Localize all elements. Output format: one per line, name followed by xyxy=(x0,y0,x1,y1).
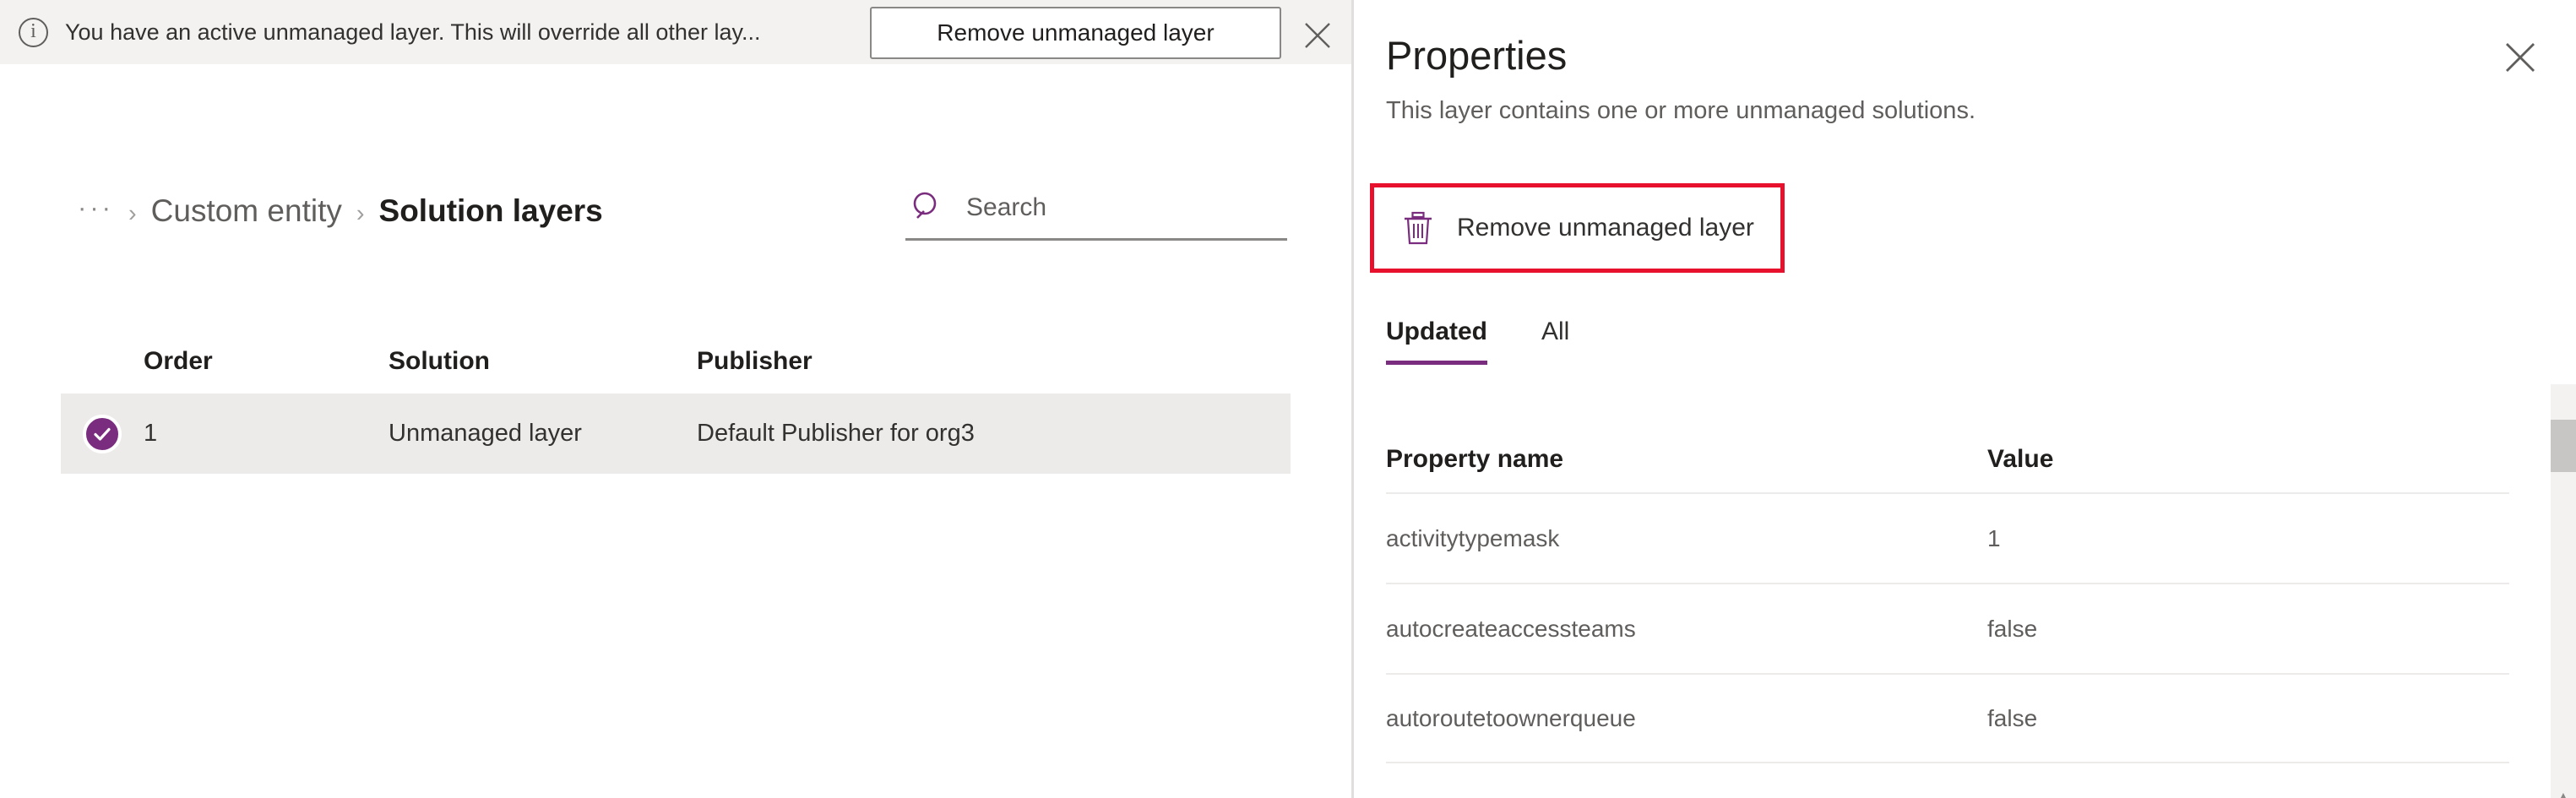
cell-property-value: 1 xyxy=(1987,525,2509,552)
search-input[interactable] xyxy=(966,186,1253,230)
remove-unmanaged-layer-button[interactable]: Remove unmanaged layer xyxy=(1386,196,1766,260)
row-select-cell[interactable] xyxy=(61,415,127,453)
solution-layers-pane: i You have an active unmanaged layer. Th… xyxy=(0,0,1351,798)
scroll-up-arrow-icon[interactable]: ▲ xyxy=(2557,791,2569,798)
cell-property-name: autoroutetoownerqueue xyxy=(1386,705,1987,732)
page-title: Solution layers xyxy=(379,193,603,229)
properties-panel-subtitle: This layer contains one or more unmanage… xyxy=(1386,97,1975,125)
app-screen: i You have an active unmanaged layer. Th… xyxy=(0,0,2576,798)
breadcrumb-separator-icon: › xyxy=(356,200,365,228)
trash-icon xyxy=(1399,209,1437,247)
tab-updated[interactable]: Updated xyxy=(1386,311,1487,365)
breadcrumb-item-custom-entity[interactable]: Custom entity xyxy=(151,193,342,229)
info-icon: i xyxy=(19,18,48,47)
checkmark-icon[interactable] xyxy=(83,415,122,453)
properties-header-row: Property name Value xyxy=(1386,426,2509,492)
search-icon xyxy=(909,188,948,227)
column-header-value: Value xyxy=(1987,445,2509,474)
close-icon xyxy=(1303,21,1332,50)
table-row[interactable]: autocreateaccessteams false xyxy=(1386,583,2509,673)
remove-unmanaged-layer-bar-button[interactable]: Remove unmanaged layer xyxy=(870,7,1281,59)
properties-panel-close-button[interactable] xyxy=(2497,34,2544,81)
breadcrumb-separator-icon: › xyxy=(128,200,137,228)
search-box[interactable] xyxy=(905,177,1287,241)
table-header-row: Order Solution Publisher xyxy=(61,329,1291,394)
message-bar: i You have an active unmanaged layer. Th… xyxy=(0,0,1351,64)
properties-panel-title: Properties xyxy=(1386,32,1567,79)
cell-order: 1 xyxy=(127,420,389,448)
solution-layers-table: Order Solution Publisher 1 Unmanaged lay… xyxy=(61,329,1291,474)
panel-scrollbar-thumb[interactable] xyxy=(2551,420,2576,472)
column-header-order[interactable]: Order xyxy=(127,347,389,376)
properties-panel: Properties This layer contains one or mo… xyxy=(1354,0,2576,798)
cell-property-name: activitytypemask xyxy=(1386,525,1987,552)
column-header-publisher[interactable]: Publisher xyxy=(697,347,1291,376)
properties-table: Property name Value activitytypemask 1 a… xyxy=(1386,426,2509,763)
remove-unmanaged-layer-label: Remove unmanaged layer xyxy=(1457,214,1754,242)
breadcrumb-overflow-button[interactable]: ··· xyxy=(78,193,114,223)
table-row[interactable]: autoroutetoownerqueue false xyxy=(1386,673,2509,763)
column-header-property-name: Property name xyxy=(1386,445,1987,474)
cell-property-value: false xyxy=(1987,616,2509,643)
message-bar-text: You have an active unmanaged layer. This… xyxy=(65,19,760,46)
properties-tablist: Updated All xyxy=(1386,311,1623,382)
tab-all[interactable]: All xyxy=(1541,311,1569,365)
table-row[interactable]: activitytypemask 1 xyxy=(1386,492,2509,583)
cell-solution: Unmanaged layer xyxy=(389,420,697,448)
cell-publisher: Default Publisher for org3 xyxy=(697,420,1291,448)
cell-property-value: false xyxy=(1987,705,2509,732)
close-icon xyxy=(2502,39,2539,76)
message-bar-close-button[interactable] xyxy=(1301,19,1334,52)
breadcrumb: ··· › Custom entity › Solution layers xyxy=(0,193,603,229)
table-row[interactable]: 1 Unmanaged layer Default Publisher for … xyxy=(61,394,1291,474)
cell-property-name: autocreateaccessteams xyxy=(1386,616,1987,643)
column-header-solution[interactable]: Solution xyxy=(389,347,697,376)
